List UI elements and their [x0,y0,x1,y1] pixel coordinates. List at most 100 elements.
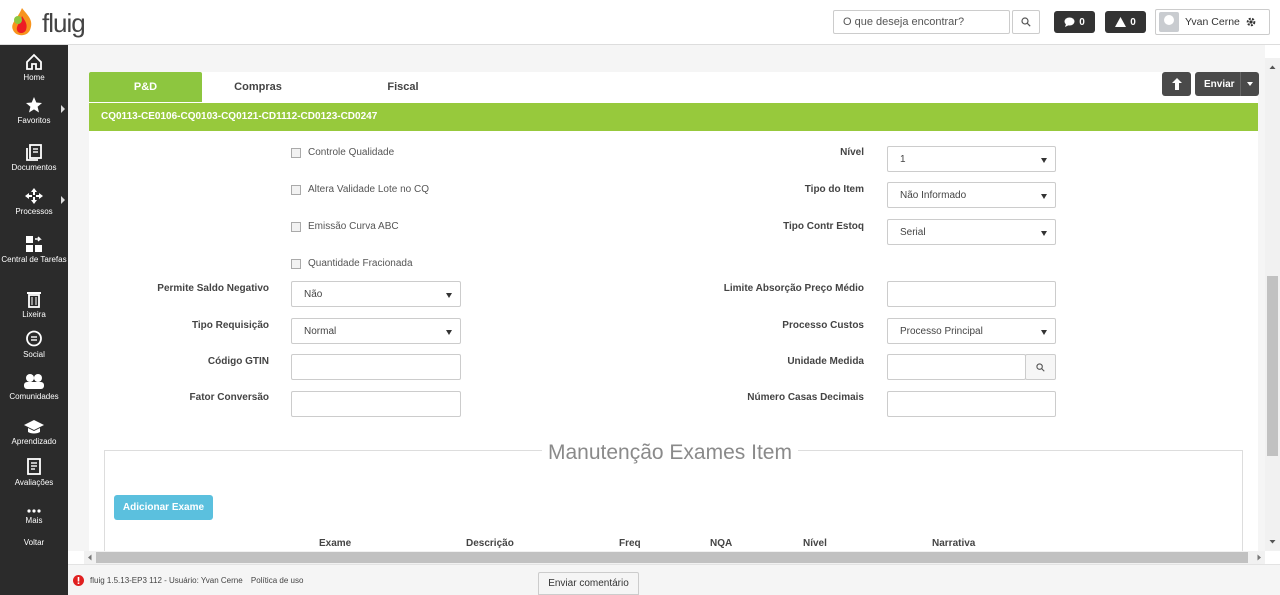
chevron-down-icon [446,293,452,298]
checkbox-box[interactable] [291,184,301,195]
user-name: Yvan Cerne [1185,16,1240,28]
tipo-contr-select[interactable]: Serial [887,219,1056,245]
tipo-item-select[interactable]: Não Informado [887,182,1056,208]
policy-link[interactable]: Política de uso [251,576,303,585]
scroll-down-icon[interactable] [1265,537,1280,547]
arrow-up-icon [1171,78,1182,90]
column-header: Descrição [466,538,514,549]
checkbox-controle-qualidade[interactable]: Controle Qualidade [291,147,394,158]
unidade-medida-input[interactable] [887,354,1026,380]
checkbox-box[interactable] [291,221,301,232]
fluig-logo[interactable]: fluig [8,6,88,38]
processo-custos-value: Processo Principal [900,326,983,337]
alerts-count: 0 [1130,16,1136,28]
scroll-left-icon[interactable] [85,551,95,564]
add-exam-button[interactable]: Adicionar Exame [114,495,213,520]
sidebar-item-favoritos[interactable]: Favoritos [0,96,68,125]
scroll-top-button[interactable] [1162,72,1191,96]
chevron-down-icon [1041,158,1047,163]
sidebar-item-lixeira[interactable]: Lixeira [0,290,68,319]
top-bar: fluig O que deseja encontrar? 0 0 Yvan C… [0,0,1280,45]
sidebar-label: Mais [25,516,43,525]
fator-conversao-label: Fator Conversão [189,392,269,403]
sidebar-label: Lixeira [22,310,46,319]
tipo-requisicao-label: Tipo Requisição [191,320,269,331]
sidebar-label: Voltar [23,538,45,547]
chat-bubble-icon [1064,17,1075,27]
sidebar-item-comunidades[interactable]: Comunidades [0,372,68,401]
checkbox-box[interactable] [291,258,301,269]
sidebar-item-processos[interactable]: Processos [0,187,68,216]
sidebar-item-mais[interactable]: Mais [0,508,68,525]
logo-text: fluig [42,8,86,38]
tab-compras[interactable]: Compras [218,72,298,102]
checkbox-box[interactable] [291,147,301,158]
send-comment-button[interactable]: Enviar comentário [538,572,639,595]
chevron-down-icon[interactable] [1247,82,1253,86]
checkbox-emissao-curva[interactable]: Emissão Curva ABC [291,221,399,232]
processo-custos-select[interactable]: Processo Principal [887,318,1056,344]
messages-button[interactable]: 0 [1054,11,1095,33]
unidade-medida-search-button[interactable] [1025,354,1056,380]
checkbox-label: Altera Validade Lote no CQ [308,184,430,195]
messages-count: 0 [1079,16,1085,28]
sidebar-label: Social [23,350,45,359]
tipo-requisicao-select[interactable]: Normal [291,318,461,344]
warning-icon [1115,17,1127,27]
chevron-down-icon [1041,231,1047,236]
scroll-right-icon[interactable] [1254,551,1264,564]
search-button[interactable] [1012,10,1040,34]
version-text: fluig 1.5.13-EP3 112 - Usuário: Yvan Cer… [90,576,243,585]
limite-absorcao-input[interactable] [887,281,1056,307]
avatar [1159,12,1179,32]
tipo-contr-label: Tipo Contr Estoq [783,221,864,232]
sidebar-item-home[interactable]: Home [0,53,68,82]
error-icon[interactable] [73,575,84,586]
checkbox-label: Emissão Curva ABC [308,221,399,232]
sidebar-item-documentos[interactable]: Documentos [0,143,68,172]
alerts-button[interactable]: 0 [1105,11,1146,33]
more-icon [27,509,41,513]
item-code-header: CQ0113-CE0106-CQ0103-CQ0121-CD1112-CD012… [89,103,1258,131]
codigo-gtin-label: Código GTIN [207,356,269,367]
tab-fiscal[interactable]: Fiscal [373,72,433,102]
documents-icon [26,144,42,161]
permite-saldo-select[interactable]: Não [291,281,461,307]
fluig-flame-icon [12,8,32,36]
sidebar-label: Avaliações [14,478,54,487]
nivel-select[interactable]: 1 [887,146,1056,172]
search-input[interactable]: O que deseja encontrar? [833,10,1010,34]
vertical-scrollbar-thumb[interactable] [1267,276,1278,456]
horizontal-scrollbar-thumb[interactable] [96,552,1248,563]
column-header: Freq [619,538,641,549]
sidebar-item-voltar[interactable]: Voltar [0,538,68,547]
processo-custos-label: Processo Custos [782,320,864,331]
permite-saldo-value: Não [304,289,323,300]
learning-icon [24,420,44,434]
sidebar-label: Documentos [11,163,57,172]
checkbox-quantidade-fracionada[interactable]: Quantidade Fracionada [291,258,413,269]
codigo-gtin-input[interactable] [291,354,461,380]
sidebar-item-social[interactable]: Social [0,330,68,359]
sidebar-item-central-de-tarefas[interactable]: Central de Tarefas [0,235,68,264]
tab-pd[interactable]: P&D [89,72,202,102]
checkbox-altera-validade[interactable]: Altera Validade Lote no CQ [291,184,429,195]
sidebar-item-aprendizado[interactable]: Aprendizado [0,419,68,446]
fator-conversao-input[interactable] [291,391,461,417]
chevron-down-icon [446,330,452,335]
tipo-requisicao-value: Normal [304,326,337,337]
limite-absorcao-label: Limite Absorção Preço Médio [723,283,864,294]
sidebar-label: Processos [15,207,53,216]
gear-icon [1246,17,1256,27]
column-header: NQA [710,538,733,549]
communities-icon [24,374,44,389]
nivel-label: Nível [840,147,864,158]
trash-icon [27,292,41,308]
scroll-up-icon[interactable] [1265,62,1280,72]
numero-casas-input[interactable] [887,391,1056,417]
sidebar-label: Favoritos [17,116,51,125]
zoom-icon [1036,362,1045,372]
user-menu[interactable]: Yvan Cerne [1155,9,1270,35]
send-button[interactable]: Enviar [1195,72,1259,96]
sidebar-item-avaliacoes[interactable]: Avaliações [0,458,68,487]
